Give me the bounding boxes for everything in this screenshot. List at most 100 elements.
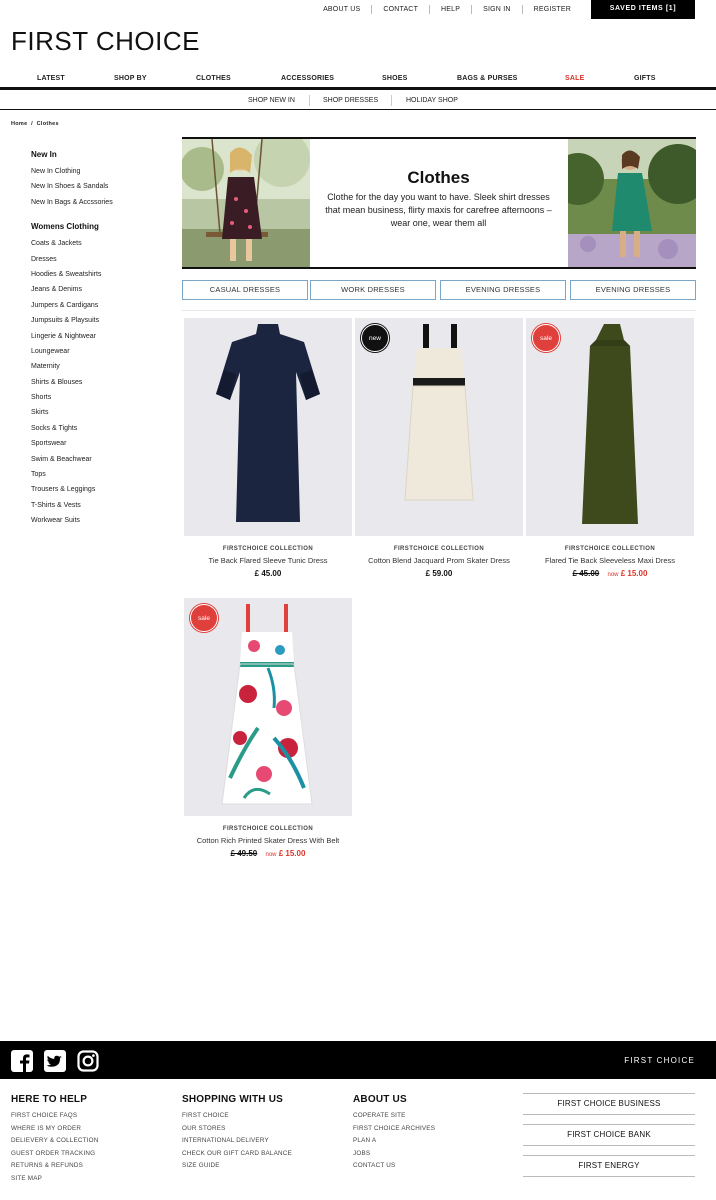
instagram-icon[interactable] [77,1050,99,1077]
sidebar-item[interactable]: T-Shirts & Vests [31,498,171,513]
nav-accessories[interactable]: ACCESSORIES [281,75,334,82]
product-price: £ 45.00 now £ 15.00 [526,569,694,578]
subnav-shop-new-in[interactable]: SHOP NEW IN [248,97,295,104]
footer-link[interactable]: DELIEVERY & COLLECTION [11,1135,98,1148]
utility-links: ABOUT US CONTACT HELP SIGN IN REGISTER [312,5,582,14]
sidebar-item[interactable]: Shorts [31,390,171,405]
product-brand: FIRSTCHOICE COLLECTION [222,826,314,832]
sidebar-item[interactable]: Loungewear [31,344,171,359]
sidebar-item[interactable]: New In Bags & Accssories [31,195,171,210]
footer-link[interactable]: FIRST CHOICE FAQS [11,1110,98,1123]
product-name[interactable]: Cotton Blend Jacquard Prom Skater Dress [355,556,523,565]
sidebar-item[interactable]: Skirts [31,405,171,420]
sidebar-item[interactable]: Jumpers & Cardigans [31,298,171,313]
product-image[interactable]: sale [526,318,694,536]
product-image[interactable]: new [355,318,523,536]
product-name[interactable]: Cotton Rich Printed Skater Dress With Be… [184,836,352,845]
product-price: £ 59.00 [425,569,453,578]
filter-work-dresses[interactable]: WORK DRESSES [310,280,436,300]
sidebar-item[interactable]: Shirts & Blouses [31,375,171,390]
footer-link[interactable]: FIRST CHOICE ARCHIVES [353,1123,435,1136]
footer-heading: SHOPPING WITH US [182,1094,283,1105]
nav-shoes[interactable]: SHOES [382,75,408,82]
footer-buttons: FIRST CHOICE BUSINESS FIRST CHOICE BANK … [523,1093,695,1186]
product-card[interactable]: sale FIRSTCHOICE COLLECTION Cotton Rich … [184,598,352,858]
product-card[interactable]: sale FIRSTCHOICE COLLECTION Flared Tie B… [526,318,694,578]
nav-sale[interactable]: SALE [565,75,584,82]
footer-link[interactable]: SIZE GUIDE [182,1160,292,1173]
footer-link[interactable]: OUR STORES [182,1123,292,1136]
sidebar-item[interactable]: Maternity [31,359,171,374]
facebook-icon[interactable] [11,1050,33,1077]
sidebar-heading-womens[interactable]: Womens Clothing [31,222,171,236]
product-name[interactable]: Flared Tie Back Sleeveless Maxi Dress [526,556,694,565]
nav-latest[interactable]: LATEST [37,75,65,82]
sidebar-item[interactable]: New In Shoes & Sandals [31,179,171,194]
product-name[interactable]: Tie Back Flared Sleeve Tunic Dress [184,556,352,565]
saved-items-button[interactable]: SAVED ITEMS [1] [591,0,695,19]
footer-link[interactable]: GUEST ORDER TRACKING [11,1148,98,1161]
nav-clothes[interactable]: CLOTHES [196,75,231,82]
sidebar-item[interactable]: Workwear Suits [31,513,171,528]
sidebar-item[interactable]: Lingerie & Nightwear [31,329,171,344]
bank-button[interactable]: FIRST CHOICE BANK [523,1124,695,1146]
footer-link[interactable]: JOBS [353,1148,435,1161]
footer-link[interactable]: CONTACT US [353,1160,435,1173]
product-card[interactable]: FIRSTCHOICE COLLECTION Tie Back Flared S… [184,318,352,578]
product-image[interactable]: sale [184,598,352,816]
was-price: £ 49.50 [230,849,258,858]
filter-casual-dresses[interactable]: CASUAL DRESSES [182,280,308,300]
product-card[interactable]: new FIRSTCHOICE COLLECTION Cotton Blend … [355,318,523,578]
now-price: £ 15.00 [620,569,648,578]
filter-evening-dresses-2[interactable]: EVENING DRESSES [570,280,696,300]
footer-link[interactable]: PLAN A [353,1135,435,1148]
divider [182,310,696,311]
sidebar-item[interactable]: New In Clothing [31,164,171,179]
nav-bags-purses[interactable]: BAGS & PURSES [457,75,518,82]
sidebar-item[interactable]: Trousers & Leggings [31,482,171,497]
category-filters: CASUAL DRESSES WORK DRESSES EVENING DRES… [182,280,696,300]
nav-shop-by[interactable]: SHOP BY [114,75,147,82]
footer-link[interactable]: FIRST CHOICE [182,1110,292,1123]
footer-link[interactable]: COPERATE SITE [353,1110,435,1123]
twitter-icon[interactable] [44,1050,66,1077]
footer-social-bar: FIRST CHOICE [0,1041,716,1079]
business-button[interactable]: FIRST CHOICE BUSINESS [523,1093,695,1115]
register-link[interactable]: REGISTER [523,5,582,14]
site-logo[interactable]: FIRST CHOICE [11,26,200,57]
breadcrumb-home[interactable]: Home [11,121,27,127]
footer-link[interactable]: RETURNS & REFUNDS [11,1160,98,1173]
sidebar-item[interactable]: Coats & Jackets [31,236,171,251]
subnav-holiday-shop[interactable]: HOLIDAY SHOP [406,97,458,104]
sidebar-item[interactable]: Swim & Beachwear [31,452,171,467]
footer-link[interactable]: INTERNATIONAL DELIVERY [182,1135,292,1148]
sign-in-link[interactable]: SIGN IN [472,5,523,14]
contact-link[interactable]: CONTACT [372,5,431,14]
footer-link[interactable]: WHERE IS MY ORDER [11,1123,98,1136]
sidebar-item[interactable]: Socks & Tights [31,421,171,436]
about-us-link[interactable]: ABOUT US [312,5,373,14]
subnav-divider [391,95,392,106]
footer-link[interactable]: CHECK OUR GIFT CARD BALANCE [182,1148,292,1161]
sidebar-item[interactable]: Jeans & Denims [31,282,171,297]
sidebar-item[interactable]: Hoodies & Sweatshirts [31,267,171,282]
product-image[interactable] [184,318,352,536]
energy-button[interactable]: FIRST ENERGY [523,1155,695,1177]
sidebar-item[interactable]: Tops [31,467,171,482]
subnav-shop-dresses[interactable]: SHOP DRESSES [323,97,378,104]
subnav-divider [309,95,310,106]
footer-link[interactable]: SITE MAP [11,1173,98,1186]
help-link[interactable]: HELP [430,5,473,14]
filter-evening-dresses[interactable]: EVENING DRESSES [440,280,566,300]
sidebar-item[interactable]: Jumpsuits & Playsuits [31,313,171,328]
nav-gifts[interactable]: GIFTS [634,75,656,82]
sidebar-item[interactable]: Sportswear [31,436,171,451]
now-label: now [607,572,619,578]
banner-photo-left [182,139,310,267]
sidebar-item[interactable]: Dresses [31,252,171,267]
footer-col-about: ABOUT US COPERATE SITE FIRST CHOICE ARCH… [353,1094,435,1173]
footer-brand: FIRST CHOICE [624,1056,695,1065]
banner-description: Clothe for the day you want to have. Sle… [325,192,552,228]
sidebar-heading-new-in[interactable]: New In [31,150,171,164]
category-banner: Clothes Clothe for the day you want to h… [182,137,696,269]
